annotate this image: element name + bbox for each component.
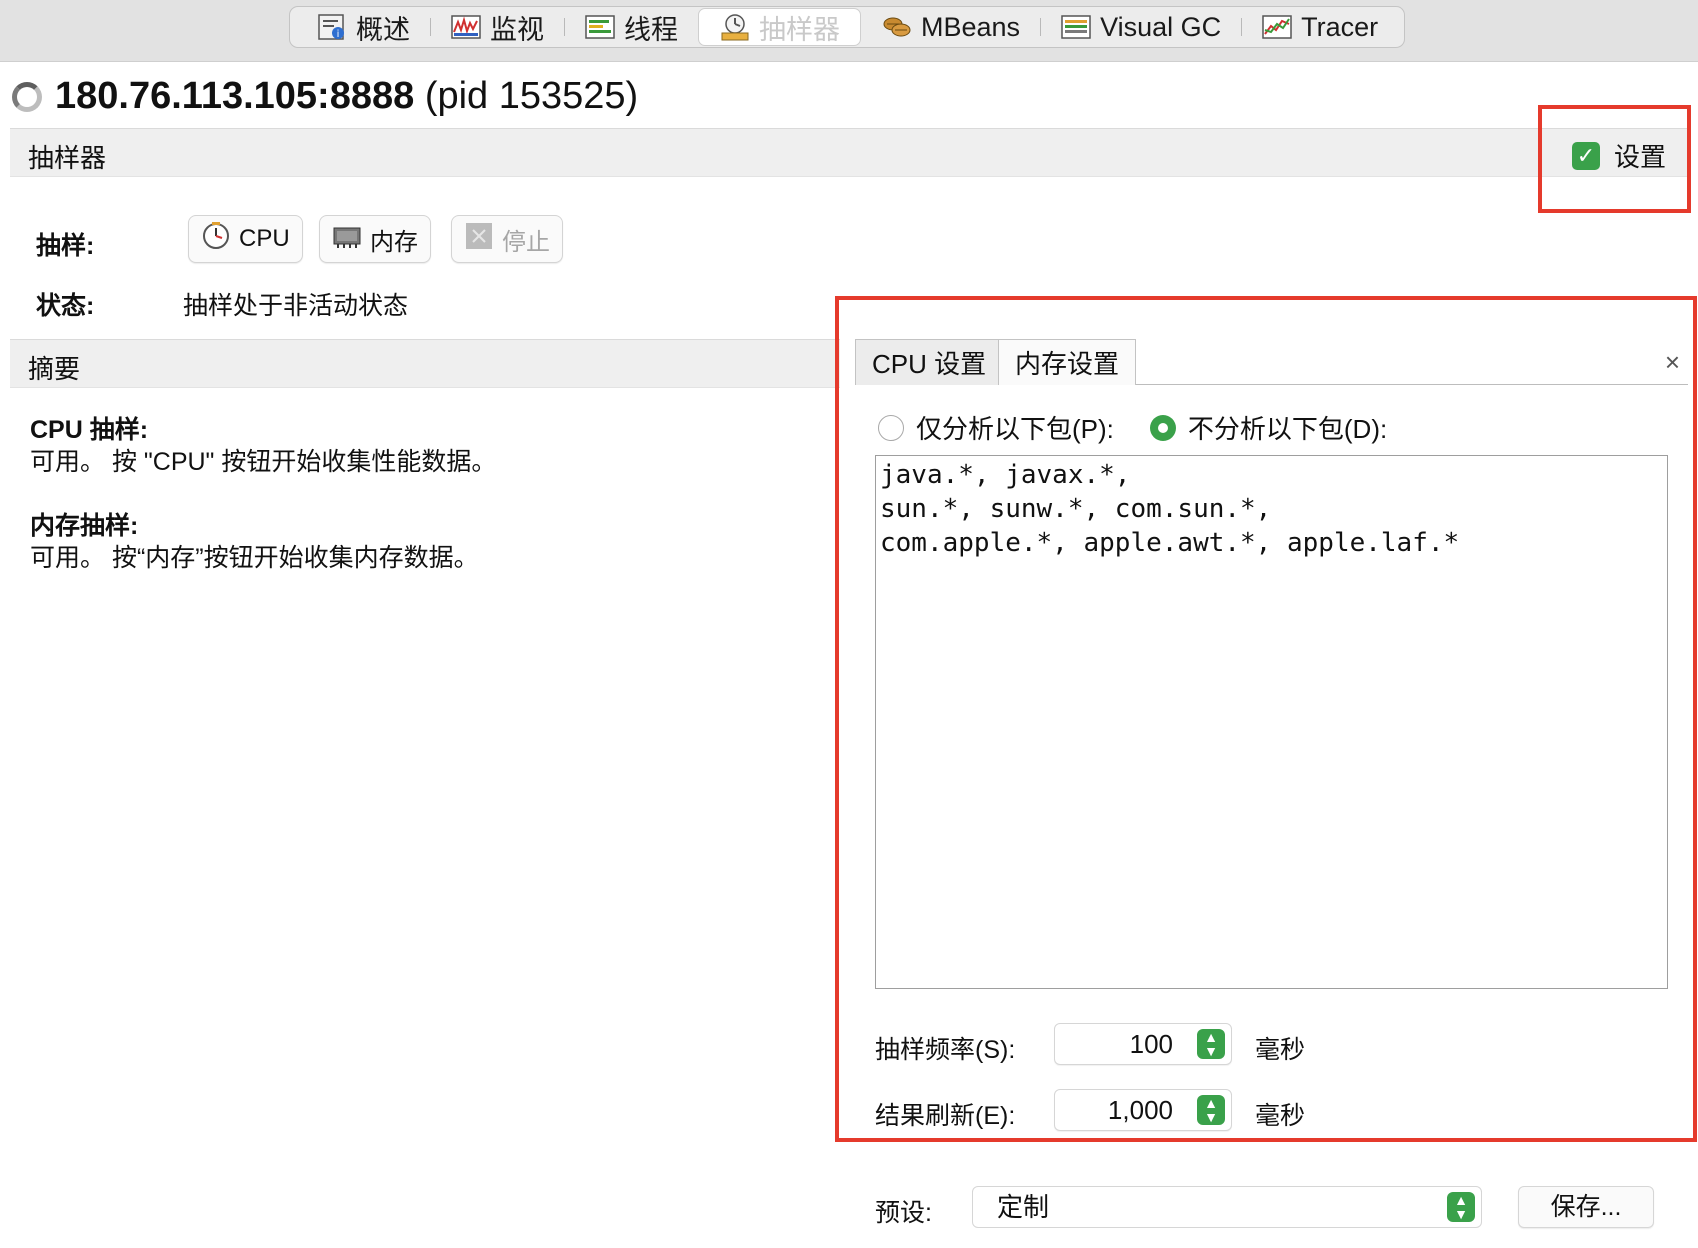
overview-icon: i <box>316 12 348 42</box>
close-settings-icon[interactable]: × <box>1665 347 1680 378</box>
sample-rate-input[interactable]: 100 ▲ ▼ <box>1054 1023 1232 1065</box>
tab-sampler[interactable]: 抽样器 <box>698 8 861 46</box>
page-title: 180.76.113.105:8888 (pid 153525) <box>55 75 638 118</box>
memory-sampling-title: 内存抽样: <box>30 512 139 540</box>
package-list-textarea[interactable]: java.*, javax.*, sun.*, sunw.*, com.sun.… <box>875 455 1668 989</box>
tab-monitor[interactable]: 监视 <box>430 7 564 47</box>
preset-label: 预设: <box>875 1199 932 1227</box>
preset-select-stepper[interactable]: ▲ ▼ <box>1447 1192 1475 1222</box>
package-filter-options: 仅分析以下包(P): 不分析以下包(D): <box>878 409 1387 446</box>
chevron-up-icon: ▲ <box>1204 1095 1218 1111</box>
chevron-down-icon: ▼ <box>1204 1109 1218 1125</box>
tab-overview[interactable]: i 概述 <box>296 7 430 47</box>
cpu-sample-button-label: CPU <box>239 225 290 252</box>
preset-select[interactable]: 定制 ▲ ▼ <box>972 1186 1482 1228</box>
tab-threads-label: 线程 <box>624 14 678 45</box>
cpu-sampling-title: CPU 抽样: <box>30 416 149 444</box>
memory-sampling-text: 可用。 按“内存”按钮开始收集内存数据。 <box>30 544 479 572</box>
settings-tab-bar: CPU 设置 内存设置 × <box>855 339 1688 385</box>
sampler-header: 抽样器 ✓ 设置 <box>10 128 1688 177</box>
include-packages-label: 仅分析以下包(P): <box>916 414 1114 444</box>
loading-spinner-icon <box>12 82 42 112</box>
sample-rate-stepper[interactable]: ▲ ▼ <box>1197 1029 1225 1059</box>
mbeans-icon <box>881 12 913 42</box>
tab-memory-settings[interactable]: 内存设置 <box>998 339 1137 385</box>
tab-tracer[interactable]: Tracer <box>1241 7 1398 47</box>
status-label: 状态: <box>36 292 95 320</box>
sample-rate-value: 100 <box>1129 1029 1173 1059</box>
tab-cpu-settings[interactable]: CPU 设置 <box>855 339 1004 385</box>
threads-icon <box>584 12 616 42</box>
stop-sample-button[interactable]: 停止 <box>451 215 563 263</box>
memory-sample-button[interactable]: 内存 <box>319 215 431 263</box>
memory-sample-button-label: 内存 <box>370 228 418 256</box>
refresh-input[interactable]: 1,000 ▲ ▼ <box>1054 1089 1232 1131</box>
summary-header-label: 摘要 <box>28 354 81 384</box>
chevron-down-icon: ▼ <box>1204 1043 1218 1059</box>
sampler-header-label: 抽样器 <box>28 143 107 173</box>
tracer-icon <box>1261 12 1293 42</box>
refresh-label: 结果刷新(E): <box>875 1102 1016 1130</box>
chevron-up-icon: ▲ <box>1204 1029 1218 1045</box>
tab-visual-gc[interactable]: Visual GC <box>1040 7 1241 47</box>
tab-cpu-settings-label: CPU 设置 <box>872 349 987 379</box>
exclude-packages-radio[interactable] <box>1149 414 1176 441</box>
settings-checkbox[interactable]: ✓ <box>1571 141 1600 170</box>
chevron-up-icon: ▲ <box>1454 1192 1468 1208</box>
host-address: 180.76.113.105:8888 <box>55 75 415 117</box>
tab-overview-label: 概述 <box>356 14 410 45</box>
tab-visual-gc-label: Visual GC <box>1100 11 1222 42</box>
stop-icon <box>464 221 494 258</box>
settings-toggle[interactable]: ✓ 设置 <box>1571 137 1666 174</box>
tab-monitor-label: 监视 <box>490 14 544 45</box>
tab-memory-settings-label: 内存设置 <box>1015 349 1120 379</box>
cpu-sampling-text: 可用。 按 "CPU" 按钮开始收集性能数据。 <box>30 448 497 476</box>
refresh-value: 1,000 <box>1107 1095 1173 1125</box>
tab-mbeans-label: MBeans <box>921 11 1021 42</box>
memory-chip-icon <box>332 221 362 258</box>
refresh-unit: 毫秒 <box>1255 1102 1306 1130</box>
clock-icon <box>201 221 231 258</box>
visual-gc-icon <box>1060 12 1092 42</box>
process-id: (pid 153525) <box>424 75 639 117</box>
stop-sample-button-label: 停止 <box>502 228 550 256</box>
sampler-icon <box>719 12 751 42</box>
tab-tracer-label: Tracer <box>1301 11 1379 42</box>
status-value: 抽样处于非活动状态 <box>183 292 409 320</box>
settings-toggle-label: 设置 <box>1613 142 1666 172</box>
svg-text:i: i <box>337 29 340 40</box>
tab-threads[interactable]: 线程 <box>564 7 698 47</box>
tool-tab-group: i 概述 监视 线程 抽样器 MBeans Visual GC Tracer <box>289 6 1406 48</box>
cpu-sample-button[interactable]: CPU <box>188 215 303 263</box>
chevron-down-icon: ▼ <box>1454 1206 1468 1222</box>
summary-header: 摘要 <box>10 339 840 388</box>
tab-sampler-label: 抽样器 <box>759 14 840 45</box>
exclude-packages-label: 不分析以下包(D): <box>1187 414 1388 444</box>
tab-mbeans[interactable]: MBeans <box>861 7 1040 47</box>
monitor-icon <box>450 12 482 42</box>
sample-rate-label: 抽样频率(S): <box>875 1036 1016 1064</box>
refresh-stepper[interactable]: ▲ ▼ <box>1197 1095 1225 1125</box>
preset-value: 定制 <box>997 1192 1050 1222</box>
sample-rate-unit: 毫秒 <box>1255 1036 1306 1064</box>
save-preset-button[interactable]: 保存... <box>1518 1186 1654 1228</box>
sample-label: 抽样: <box>36 232 95 260</box>
tool-tab-bar: i 概述 监视 线程 抽样器 MBeans Visual GC Tracer <box>0 0 1698 62</box>
include-packages-radio[interactable] <box>878 414 904 441</box>
